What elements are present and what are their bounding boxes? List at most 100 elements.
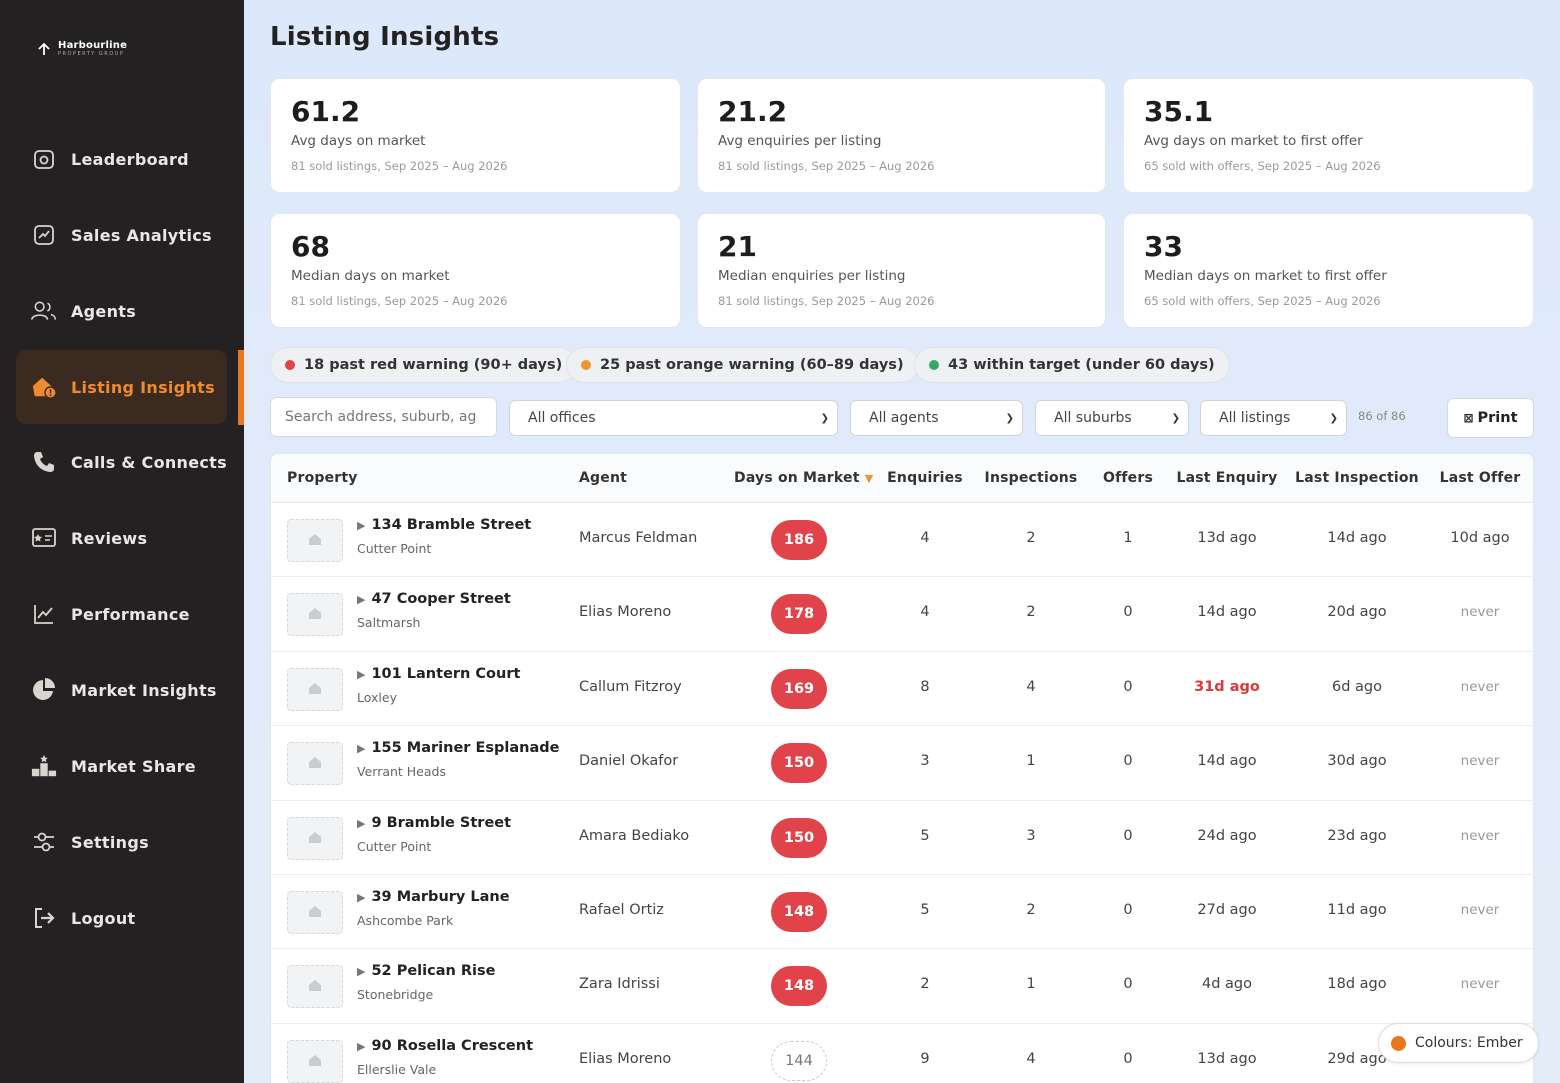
- property-address[interactable]: ▶ 47 Cooper Street: [357, 591, 511, 607]
- result-count: 86 of 86: [1358, 409, 1406, 423]
- col-enquiries[interactable]: Enquiries: [887, 470, 963, 486]
- property-thumbnail: [287, 1039, 343, 1083]
- expand-icon[interactable]: ▶: [357, 742, 365, 755]
- table-row[interactable]: ▶ 52 Pelican Rise Stonebridge Zara Idrissi 1…: [271, 949, 1533, 1024]
- inspections-count: 4: [1026, 1050, 1036, 1067]
- search-input[interactable]: Search address, suburb, ag: [270, 397, 497, 437]
- address-text: 101 Lantern Court: [371, 665, 521, 682]
- offers-count: 0: [1123, 604, 1133, 621]
- theme-toggle[interactable]: Colours: Ember: [1378, 1023, 1539, 1063]
- col-last-inspection[interactable]: Last Inspection: [1295, 470, 1419, 486]
- print-icon: ⊠: [1463, 411, 1474, 425]
- expand-icon[interactable]: ▶: [357, 965, 365, 978]
- nav-performance[interactable]: Performance: [16, 577, 227, 651]
- table-row[interactable]: ▶ 134 Bramble Street Cutter Point Marcus Fe…: [271, 503, 1533, 578]
- property-suburb: Saltmarsh: [357, 615, 421, 631]
- orange-warning-filter[interactable]: 25 past orange warning (60–89 days): [566, 347, 919, 383]
- address-text: 9 Bramble Street: [371, 814, 512, 831]
- last-inspection: 11d ago: [1327, 902, 1387, 918]
- col-property[interactable]: Property: [287, 470, 358, 486]
- col-inspections[interactable]: Inspections: [985, 470, 1078, 486]
- agent-select[interactable]: All agents ❯: [850, 400, 1023, 436]
- expand-icon[interactable]: ▶: [357, 1040, 365, 1053]
- table-row[interactable]: ▶ 47 Cooper Street Saltmarsh Elias Moreno 17…: [271, 577, 1533, 652]
- expand-icon[interactable]: ▶: [357, 519, 365, 532]
- office-select[interactable]: All offices ❯: [509, 400, 838, 436]
- stat-card: 68 Median days on market 81 sold listing…: [270, 213, 681, 328]
- settings-icon: [31, 829, 57, 855]
- listings-table: Property Agent Days on Market ▼ Enquirie…: [270, 453, 1534, 1083]
- table-row[interactable]: ▶ 90 Rosella Crescent Ellerslie Vale Elias …: [271, 1024, 1533, 1083]
- table-row[interactable]: ▶ 155 Mariner Esplanade Verrant Heads Danie…: [271, 726, 1533, 801]
- col-last-enquiry[interactable]: Last Enquiry: [1176, 470, 1277, 486]
- listing-select[interactable]: All listings ❯: [1200, 400, 1347, 436]
- offers-count: 0: [1123, 1050, 1133, 1067]
- property-address[interactable]: ▶ 101 Lantern Court: [357, 666, 520, 682]
- table-row[interactable]: ▶ 9 Bramble Street Cutter Point Amara Bedia…: [271, 801, 1533, 875]
- chevron-down-icon: ❯: [1329, 412, 1338, 424]
- stat-sub: 81 sold listings, Sep 2025 – Aug 2026: [718, 294, 935, 308]
- col-agent[interactable]: Agent: [579, 470, 627, 486]
- last-enquiry: 14d ago: [1197, 753, 1257, 770]
- table-row[interactable]: ▶ 101 Lantern Court Loxley Callum Fitzroy 16…: [271, 652, 1533, 727]
- brand-logo[interactable]: Harbourline PROPERTY GROUP: [36, 40, 127, 58]
- property-address[interactable]: ▶ 39 Marbury Lane: [357, 889, 510, 905]
- nav-leaderboard[interactable]: Leaderboard: [16, 122, 227, 196]
- expand-icon[interactable]: ▶: [357, 593, 365, 606]
- property-address[interactable]: ▶ 134 Bramble Street: [357, 517, 531, 533]
- col-offers[interactable]: Offers: [1103, 470, 1153, 486]
- theme-label: Colours: Ember: [1415, 1035, 1523, 1051]
- listing-insights-icon: [31, 374, 57, 400]
- property-address[interactable]: ▶ 90 Rosella Crescent: [357, 1038, 533, 1054]
- orange-dot-icon: [581, 360, 591, 370]
- enquiries-count: 3: [920, 753, 930, 770]
- enquiries-count: 9: [920, 1050, 930, 1067]
- col-days-on-market[interactable]: Days on Market ▼: [734, 470, 873, 486]
- home-icon: [308, 977, 322, 996]
- property-suburb: Ashcombe Park: [357, 913, 454, 928]
- nav-label: Agents: [71, 301, 137, 321]
- property-thumbnail: [287, 519, 343, 562]
- nav-agents[interactable]: Agents: [16, 274, 227, 348]
- days-on-market-badge: 169: [771, 668, 827, 709]
- offers-count: 0: [1123, 753, 1133, 770]
- property-address[interactable]: ▶ 52 Pelican Rise: [357, 963, 495, 979]
- expand-icon[interactable]: ▶: [357, 891, 365, 904]
- suburb-select[interactable]: All suburbs ❯: [1035, 400, 1189, 436]
- office-select-value: All offices: [528, 410, 596, 426]
- stat-sub: 81 sold listings, Sep 2025 – Aug 2026: [291, 159, 508, 173]
- enquiries-count: 5: [920, 827, 930, 844]
- nav-listing-insights[interactable]: Listing Insights: [16, 350, 227, 424]
- nav-market-insights[interactable]: Market Insights: [16, 653, 227, 727]
- property-address[interactable]: ▶ 9 Bramble Street: [357, 815, 511, 831]
- stat-value: 68: [291, 230, 330, 263]
- nav-label: Performance: [71, 604, 190, 624]
- stat-card: 21 Median enquiries per listing 81 sold …: [697, 213, 1106, 328]
- nav-market-share[interactable]: Market Share: [16, 729, 227, 803]
- print-button[interactable]: ⊠ Print: [1447, 398, 1534, 438]
- nav-reviews[interactable]: Reviews: [16, 501, 227, 575]
- col-last-offer[interactable]: Last Offer: [1440, 470, 1521, 486]
- table-header: Property Agent Days on Market ▼ Enquirie…: [271, 454, 1533, 503]
- enquiries-count: 8: [920, 678, 930, 695]
- expand-icon[interactable]: ▶: [357, 817, 365, 830]
- red-warning-filter[interactable]: 18 past red warning (90+ days): [270, 347, 578, 383]
- home-icon: [308, 531, 322, 550]
- property-address[interactable]: ▶ 155 Mariner Esplanade: [357, 740, 559, 756]
- nav-label: Sales Analytics: [71, 225, 212, 245]
- last-enquiry: 31d ago: [1194, 678, 1260, 695]
- last-enquiry: 13d ago: [1197, 1050, 1257, 1067]
- table-row[interactable]: ▶ 39 Marbury Lane Ashcombe Park Rafael Orti…: [271, 875, 1533, 950]
- inspections-count: 1: [1026, 753, 1036, 770]
- last-enquiry: 13d ago: [1197, 530, 1257, 546]
- nav-calls-connects[interactable]: Calls & Connects: [16, 425, 227, 499]
- within-target-filter[interactable]: 43 within target (under 60 days): [914, 347, 1230, 383]
- home-icon: [308, 754, 322, 773]
- expand-icon[interactable]: ▶: [357, 668, 365, 681]
- property-thumbnail: [287, 667, 343, 711]
- last-inspection: 20d ago: [1327, 604, 1387, 621]
- nav-sales-analytics[interactable]: Sales Analytics: [16, 198, 227, 272]
- nav-logout[interactable]: Logout: [16, 881, 227, 955]
- nav-settings[interactable]: Settings: [16, 805, 227, 879]
- stat-card: 33 Median days on market to first offer …: [1123, 213, 1534, 328]
